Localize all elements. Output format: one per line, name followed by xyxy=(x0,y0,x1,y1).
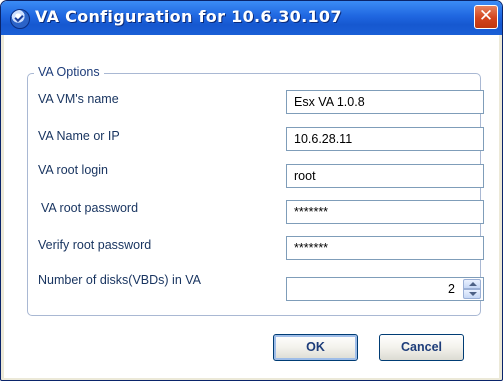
name-or-ip-label: VA Name or IP xyxy=(38,129,120,143)
dialog-title: VA Configuration for 10.6.30.107 xyxy=(35,7,342,26)
spin-up-arrow-icon[interactable] xyxy=(463,279,481,289)
vm-name-label: VA VM's name xyxy=(38,92,119,106)
title-bar[interactable]: VA Configuration for 10.6.30.107 ✕ xyxy=(1,1,502,35)
ok-button[interactable]: OK xyxy=(273,334,358,361)
verify-password-label: Verify root password xyxy=(38,238,152,252)
root-password-label: VA root password xyxy=(41,201,139,215)
va-configuration-dialog: VA Configuration for 10.6.30.107 ✕ VA Op… xyxy=(0,0,503,381)
num-disks-label: Number of disks(VBDs) in VA xyxy=(38,273,202,287)
name-or-ip-field[interactable]: 10.6.28.11 xyxy=(286,127,484,151)
root-login-label: VA root login xyxy=(38,163,108,177)
root-login-field[interactable]: root xyxy=(286,164,484,188)
vm-name-field[interactable]: Esx VA 1.0.8 xyxy=(286,90,484,114)
close-button[interactable]: ✕ xyxy=(474,5,498,29)
close-icon: ✕ xyxy=(478,6,494,26)
num-disks-value: 2 xyxy=(448,282,455,296)
cancel-button[interactable]: Cancel xyxy=(379,334,464,361)
app-icon xyxy=(10,9,30,29)
dialog-body: VA Options VA VM's name Esx VA 1.0.8 VA … xyxy=(4,35,499,378)
spin-buttons xyxy=(463,279,481,299)
verify-password-field[interactable]: ******* xyxy=(286,236,484,260)
root-password-field[interactable]: ******* xyxy=(286,200,484,224)
group-legend: VA Options xyxy=(34,65,104,79)
num-disks-stepper[interactable]: 2 xyxy=(286,277,484,301)
spin-down-arrow-icon[interactable] xyxy=(463,289,481,299)
